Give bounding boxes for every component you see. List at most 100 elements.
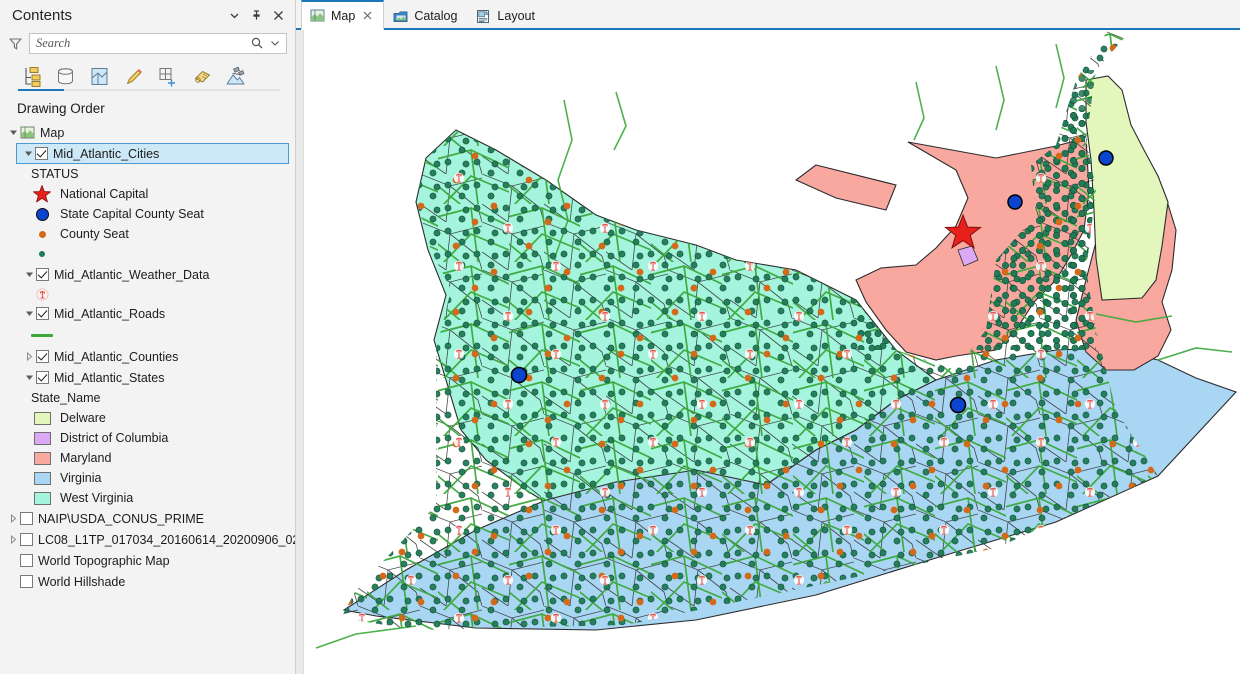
sidebar-item-mid-atlantic-states[interactable]: Mid_Atlantic_States — [0, 367, 295, 388]
map-graphic — [315, 30, 1237, 649]
sidebar-item-mid-atlantic-cities[interactable]: Mid_Atlantic_Cities — [16, 143, 289, 164]
swatch-virginia — [31, 471, 53, 485]
list-by-data-source-icon[interactable] — [52, 63, 78, 89]
layer-visibility-checkbox-hillshade[interactable] — [20, 575, 33, 588]
legend-label-county-seat: County Seat — [60, 227, 129, 241]
swatch-delaware — [31, 411, 53, 425]
star-icon — [31, 184, 53, 204]
tab-catalog[interactable]: Catalog — [384, 2, 467, 30]
list-by-snapping-icon[interactable] — [154, 63, 180, 89]
circle-icon-green — [31, 251, 53, 257]
sidebar-item-mid-atlantic-weather-data[interactable]: Mid_Atlantic_Weather_Data — [0, 264, 295, 285]
arcgis-pro-window: Contents Search Drawing Order Map Mid_At… — [0, 0, 1240, 674]
sidebar-item-mid-atlantic-roads[interactable]: Mid_Atlantic_Roads — [0, 303, 295, 324]
legend-item-delaware: Delware — [0, 408, 295, 428]
legend-item-county-seat: County Seat — [0, 224, 295, 244]
list-by-drawing-order-icon[interactable] — [18, 63, 44, 89]
sidebar-item-naip[interactable]: NAIP\USDA_CONUS_PRIME — [0, 508, 295, 529]
legend-field-status: STATUS — [31, 167, 79, 181]
pane-title: Contents — [12, 6, 73, 24]
legend-field-state-name: State_Name — [31, 391, 101, 405]
twisty-collapsed-icon[interactable] — [22, 350, 36, 364]
map-view-icon — [310, 8, 325, 23]
list-by-selection-icon[interactable] — [86, 63, 112, 89]
close-icon[interactable] — [361, 9, 374, 22]
pin-icon[interactable] — [245, 4, 267, 26]
contents-toolbar — [0, 56, 295, 94]
twisty-expanded-icon[interactable] — [21, 147, 35, 161]
toolbar-underline — [18, 89, 280, 91]
legend-label-maryland: Maryland — [60, 451, 112, 465]
sidebar-item-world-hillshade[interactable]: World Hillshade — [0, 571, 295, 592]
swatch-district-of-columbia — [31, 431, 53, 445]
close-icon[interactable] — [267, 4, 289, 26]
map-view-area: Map Catalog Layout — [296, 0, 1240, 674]
legend-item-state-capital: State Capital County Seat — [0, 204, 295, 224]
toc-node-map[interactable]: Map — [0, 122, 295, 143]
search-row — [0, 30, 295, 56]
list-by-labeling-icon[interactable] — [188, 63, 214, 89]
contents-pane: Contents Search Drawing Order Map Mid_At… — [0, 0, 296, 674]
layer-label-cities: Mid_Atlantic_Cities — [53, 146, 160, 161]
sidebar-item-world-topographic-map[interactable]: World Topographic Map — [0, 550, 295, 571]
circle-icon-orange — [31, 230, 53, 238]
legend-item-weather-station — [0, 285, 295, 303]
twisty-collapsed-icon[interactable] — [6, 512, 20, 526]
drawing-order-heading: Drawing Order — [17, 101, 105, 116]
layer-visibility-checkbox-cities[interactable] — [35, 147, 48, 160]
layer-visibility-checkbox-naip[interactable] — [20, 512, 33, 525]
layer-visibility-checkbox-topo[interactable] — [20, 554, 33, 567]
layer-label-naip: NAIP\USDA_CONUS_PRIME — [38, 511, 205, 526]
catalog-icon — [393, 9, 408, 24]
tab-layout[interactable]: Layout — [467, 2, 545, 30]
map-left-scrollbar[interactable] — [296, 30, 304, 674]
filter-icon[interactable] — [6, 34, 24, 52]
legend-label-delaware: Delware — [60, 411, 106, 425]
twisty-expanded-icon[interactable] — [22, 371, 36, 385]
map-canvas[interactable] — [296, 30, 1240, 674]
layer-label-topo: World Topographic Map — [38, 553, 170, 568]
layer-label-weather: Mid_Atlantic_Weather_Data — [54, 267, 210, 282]
layer-visibility-checkbox-roads[interactable] — [36, 307, 49, 320]
layer-label-roads: Mid_Atlantic_Roads — [54, 306, 166, 321]
legend-item-road-line — [0, 324, 295, 346]
table-of-contents: Drawing Order Map Mid_Atlantic_Cities ST… — [0, 94, 295, 674]
chevron-down-icon[interactable] — [223, 4, 245, 26]
search-input[interactable] — [36, 35, 246, 51]
state-maryland-northwest-panhandle — [794, 164, 897, 211]
twisty-collapsed-icon[interactable] — [6, 533, 20, 547]
line-icon-green — [31, 333, 53, 337]
layer-visibility-checkbox-weather[interactable] — [36, 268, 49, 281]
twisty-expanded-icon[interactable] — [22, 268, 36, 282]
twisty-expanded-icon[interactable] — [22, 307, 36, 321]
layer-visibility-checkbox-states[interactable] — [36, 371, 49, 384]
layer-label-counties: Mid_Atlantic_Counties — [54, 349, 179, 364]
list-by-editing-icon[interactable] — [120, 63, 146, 89]
legend-item-west-virginia: West Virginia — [0, 488, 295, 508]
legend-label-virginia: Virginia — [60, 471, 102, 485]
twisty-expanded-icon[interactable] — [6, 126, 20, 140]
legend-label-district-of-columbia: District of Columbia — [60, 431, 169, 445]
search-box[interactable] — [29, 32, 287, 54]
tab-map[interactable]: Map — [301, 0, 385, 30]
swatch-maryland — [31, 451, 53, 465]
magnifier-icon[interactable] — [249, 36, 264, 51]
legend-label-state-capital: State Capital County Seat — [60, 207, 204, 221]
state-capital-annapolis — [1007, 194, 1023, 210]
sidebar-item-lc08[interactable]: LC08_L1TP_017034_20160614_20200906_02_T1… — [0, 529, 295, 550]
state-capital-richmond — [949, 396, 967, 414]
layer-visibility-checkbox-counties[interactable] — [36, 350, 49, 363]
layer-label-states: Mid_Atlantic_States — [54, 370, 165, 385]
layer-visibility-checkbox-lc08[interactable] — [20, 533, 33, 546]
swatch-west-virginia — [31, 491, 53, 505]
layer-label-hillshade: World Hillshade — [38, 574, 126, 589]
layer-label-lc08: LC08_L1TP_017034_20160614_20200906_02_T1… — [38, 532, 295, 547]
search-dropdown-chevron-down-icon[interactable] — [267, 36, 282, 51]
legend-label-national-capital: National Capital — [60, 187, 149, 201]
sidebar-item-mid-atlantic-counties[interactable]: Mid_Atlantic_Counties — [0, 346, 295, 367]
contents-pane-header: Contents — [0, 0, 295, 30]
state-capital-dover — [1098, 150, 1114, 166]
tab-map-label: Map — [331, 8, 356, 23]
state-delaware — [1085, 75, 1169, 301]
list-by-diagram-icon[interactable] — [222, 63, 248, 89]
